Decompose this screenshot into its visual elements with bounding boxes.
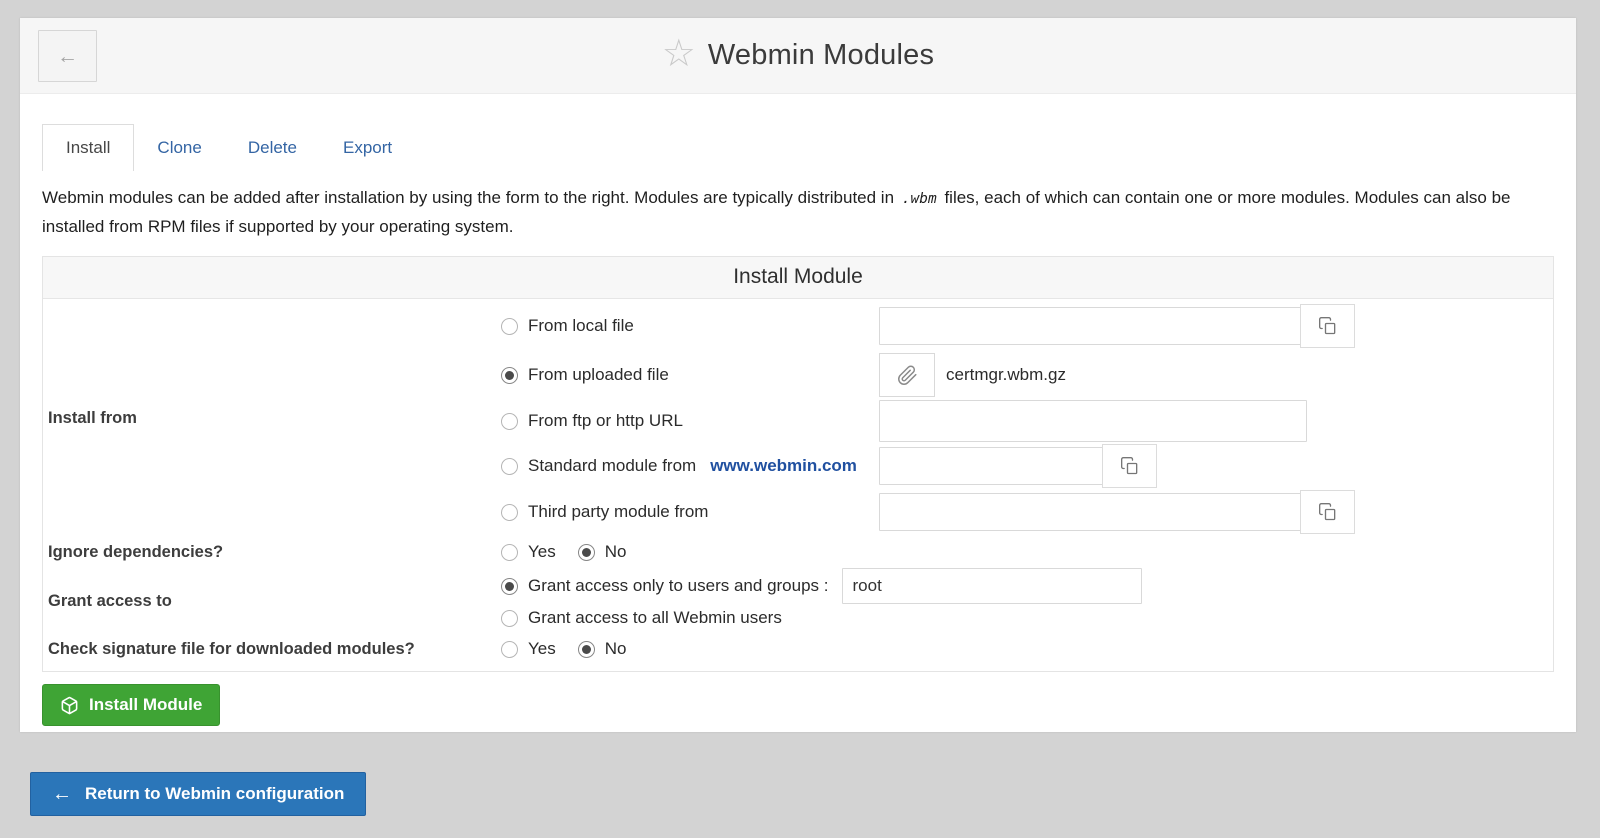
- tab-bar: Install Clone Delete Export: [42, 124, 1554, 171]
- row-from-url: From ftp or http URL: [501, 399, 1553, 443]
- option-label-third-party-module[interactable]: Third party module from: [528, 502, 708, 522]
- install-module-panel: Install Module Install from From local f…: [42, 256, 1554, 672]
- option-label-from-uploaded-file[interactable]: From uploaded file: [528, 365, 669, 385]
- page-background: { "header": { "title": "Webmin Modules",…: [0, 0, 1600, 838]
- radio-ignore-deps-yes[interactable]: [501, 544, 518, 561]
- option-label-standard-module[interactable]: Standard module from: [528, 456, 696, 476]
- radio-grant-all-users[interactable]: [501, 610, 518, 627]
- tab-install[interactable]: Install: [42, 124, 134, 171]
- radio-from-local-file[interactable]: [501, 318, 518, 335]
- install-module-button-label: Install Module: [89, 695, 202, 715]
- standard-module-input[interactable]: [879, 447, 1103, 485]
- paperclip-icon: [897, 365, 918, 386]
- main-card: ← ☆ Webmin Modules Install Clone Delete …: [20, 18, 1576, 732]
- label-check-signature: Check signature file for downloaded modu…: [43, 633, 501, 665]
- panel-title: Install Module: [43, 257, 1553, 299]
- option-label-check-signature-yes[interactable]: Yes: [528, 639, 556, 659]
- option-label-grant-all-users[interactable]: Grant access to all Webmin users: [528, 608, 782, 628]
- row-ignore-dependencies: Yes No: [501, 535, 1553, 569]
- intro-text: Webmin modules can be added after instal…: [42, 184, 1554, 241]
- third-party-chooser-button[interactable]: [1300, 490, 1355, 534]
- radio-standard-module[interactable]: [501, 458, 518, 475]
- uploaded-file-name: certmgr.wbm.gz: [946, 365, 1066, 385]
- radio-from-uploaded-file[interactable]: [501, 367, 518, 384]
- left-arrow-icon: ←: [52, 784, 72, 804]
- content-area: Install Clone Delete Export Webmin modul…: [20, 124, 1576, 726]
- option-label-check-signature-no[interactable]: No: [605, 639, 627, 659]
- label-grant-access: Grant access to: [43, 569, 501, 633]
- third-party-input[interactable]: [879, 493, 1301, 531]
- favorite-star-icon[interactable]: ☆: [662, 35, 696, 73]
- file-chooser-pages-icon: [1318, 316, 1338, 336]
- option-label-grant-users[interactable]: Grant access only to users and groups :: [528, 576, 829, 596]
- return-button-label: Return to Webmin configuration: [85, 784, 344, 804]
- grant-users-input[interactable]: [842, 568, 1142, 604]
- install-module-form: Install from From local file: [43, 299, 1553, 671]
- tab-clone[interactable]: Clone: [134, 125, 224, 171]
- radio-check-signature-yes[interactable]: [501, 641, 518, 658]
- option-label-from-url[interactable]: From ftp or http URL: [528, 411, 683, 431]
- option-label-ignore-deps-yes[interactable]: Yes: [528, 542, 556, 562]
- row-from-uploaded-file: From uploaded file certmgr.wbm.gz: [501, 351, 1553, 399]
- tab-delete[interactable]: Delete: [225, 125, 320, 171]
- url-input[interactable]: [879, 400, 1307, 442]
- title-wrap: ☆ Webmin Modules: [20, 18, 1576, 93]
- label-ignore-dependencies: Ignore dependencies?: [43, 535, 501, 569]
- page-title: Webmin Modules: [708, 39, 934, 72]
- option-label-ignore-deps-no[interactable]: No: [605, 542, 627, 562]
- row-check-signature: Yes No: [501, 633, 1553, 665]
- file-chooser-pages-icon: [1120, 456, 1140, 476]
- wbm-extension-code: .wbm: [899, 191, 940, 207]
- tab-export[interactable]: Export: [320, 125, 415, 171]
- radio-check-signature-no[interactable]: [578, 641, 595, 658]
- row-from-local-file: From local file: [501, 301, 1553, 351]
- option-label-from-local-file[interactable]: From local file: [528, 316, 634, 336]
- local-file-input[interactable]: [879, 307, 1301, 345]
- standard-module-chooser-button[interactable]: [1102, 444, 1157, 488]
- radio-from-url[interactable]: [501, 413, 518, 430]
- intro-text-before: Webmin modules can be added after instal…: [42, 188, 894, 207]
- radio-ignore-deps-no[interactable]: [578, 544, 595, 561]
- file-chooser-pages-icon: [1318, 502, 1338, 522]
- radio-grant-users[interactable]: [501, 578, 518, 595]
- page-header: ← ☆ Webmin Modules: [20, 18, 1576, 94]
- upload-file-button[interactable]: [879, 353, 935, 397]
- row-standard-module: Standard module from www.webmin.com: [501, 443, 1553, 489]
- install-module-button[interactable]: Install Module: [42, 684, 220, 726]
- row-third-party-module: Third party module from: [501, 489, 1553, 535]
- label-install-from: Install from: [43, 301, 501, 535]
- webmin-com-link[interactable]: www.webmin.com: [710, 456, 857, 476]
- radio-third-party-module[interactable]: [501, 504, 518, 521]
- return-to-webmin-config-button[interactable]: ← Return to Webmin configuration: [30, 772, 366, 816]
- package-icon: [60, 696, 79, 715]
- row-grant-access-all: Grant access to all Webmin users: [501, 603, 1553, 633]
- row-grant-access-users: Grant access only to users and groups :: [501, 569, 1553, 603]
- local-file-chooser-button[interactable]: [1300, 304, 1355, 348]
